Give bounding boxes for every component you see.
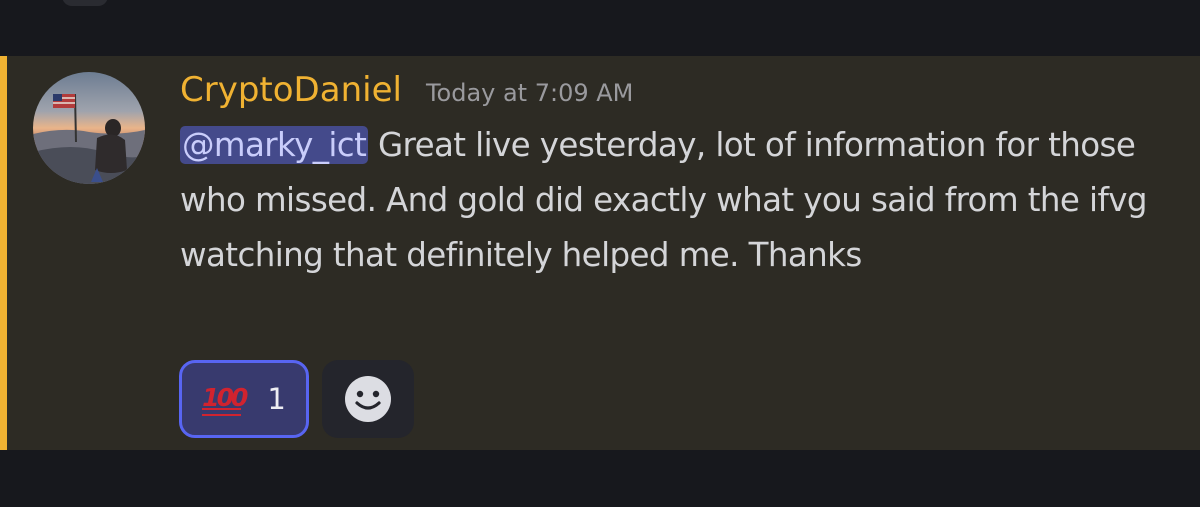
reaction-100[interactable]: 100 1: [179, 360, 309, 438]
reactions-bar: 100 1: [179, 360, 414, 438]
chat-bottom-area: [0, 450, 1200, 507]
reaction-count: 1: [267, 382, 286, 416]
add-reaction-button[interactable]: [322, 360, 414, 438]
mention-highlight-bar: [0, 56, 7, 450]
author-username[interactable]: CryptoDaniel: [180, 70, 402, 110]
previous-avatar-fragment: [62, 0, 108, 6]
message-content: @marky_ict Great live yesterday, lot of …: [180, 118, 1170, 283]
avatar-photo: [33, 72, 145, 184]
smile-icon: [345, 376, 391, 422]
message-item[interactable]: CryptoDaniel Today at 7:09 AM @marky_ict…: [0, 56, 1200, 450]
message-timestamp[interactable]: Today at 7:09 AM: [426, 79, 633, 107]
avatar[interactable]: [33, 72, 145, 184]
100-emoji-icon: 100: [202, 382, 248, 416]
user-mention[interactable]: @marky_ict: [180, 126, 369, 164]
previous-message-area: [0, 0, 1200, 56]
message-header: CryptoDaniel Today at 7:09 AM: [180, 70, 633, 110]
